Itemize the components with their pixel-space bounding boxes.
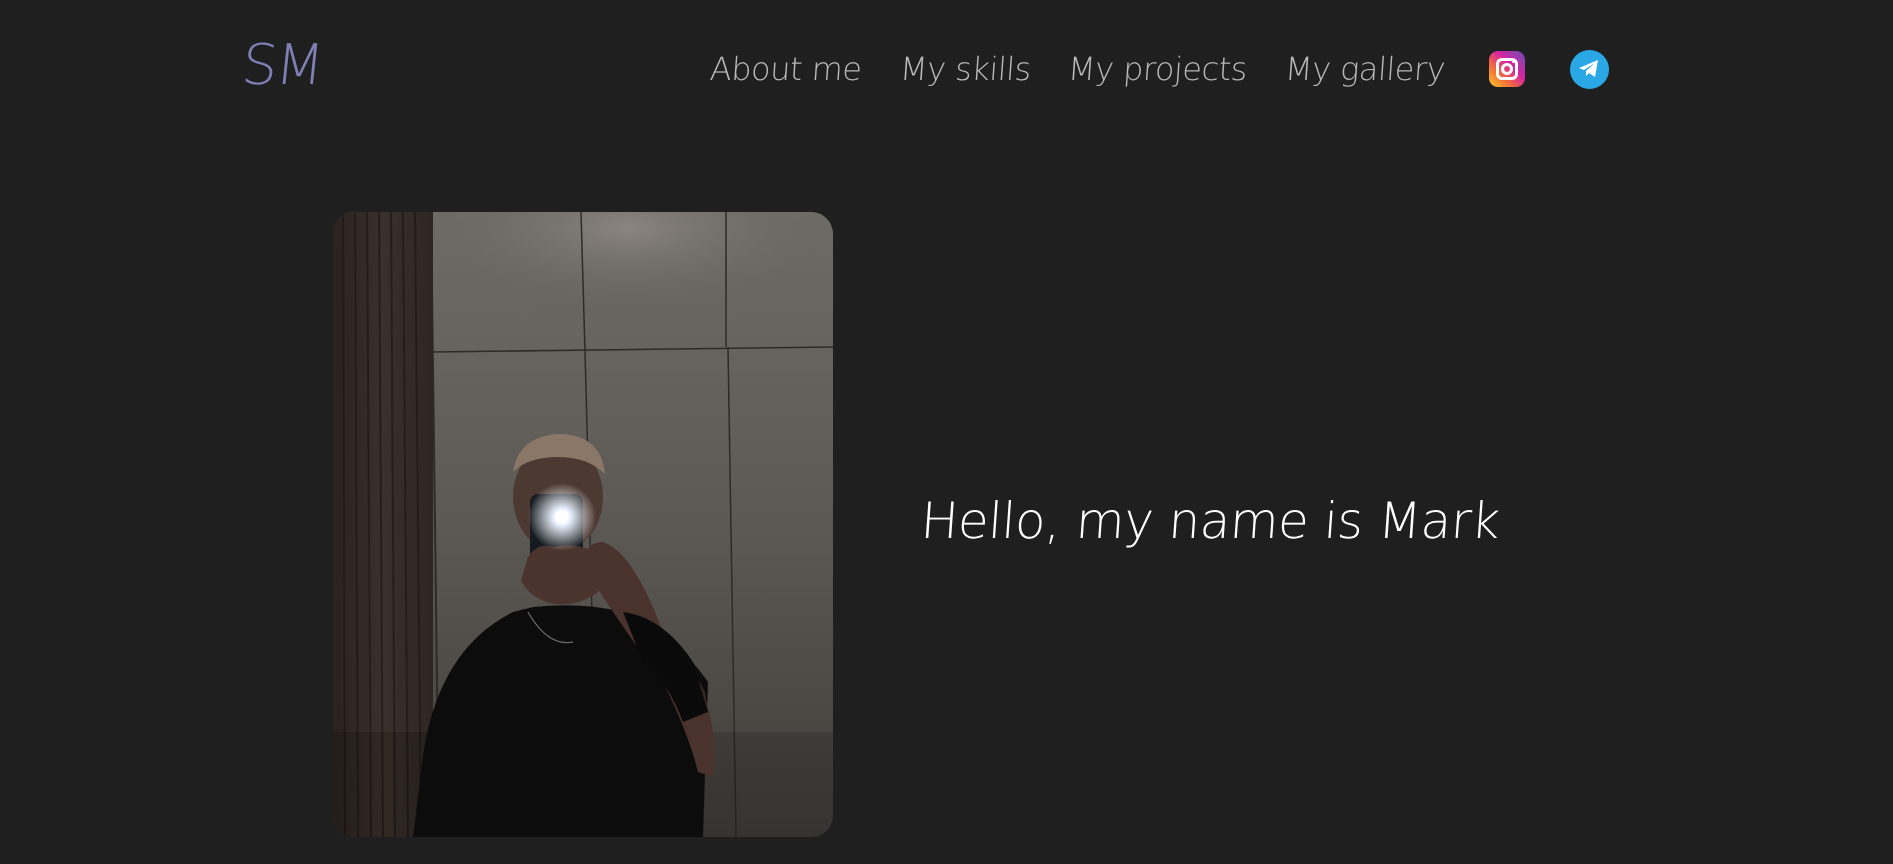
nav-my-skills[interactable]: My skills	[898, 50, 1031, 88]
hero-greeting: Hello, my name is Mark	[918, 492, 1502, 550]
site-logo[interactable]: SM	[239, 33, 326, 98]
telegram-icon[interactable]	[1570, 49, 1610, 89]
nav-my-gallery[interactable]: My gallery	[1284, 50, 1447, 88]
instagram-icon[interactable]	[1489, 51, 1526, 87]
telegram-plane-icon	[1579, 59, 1599, 77]
page: SM About me My skills My projects My gal…	[0, 0, 1893, 864]
main-nav: About me My skills My projects My galler…	[709, 46, 1610, 92]
profile-photo-image	[333, 212, 833, 837]
profile-photo	[333, 212, 833, 837]
nav-my-projects[interactable]: My projects	[1067, 50, 1249, 88]
nav-about-me[interactable]: About me	[709, 50, 863, 88]
